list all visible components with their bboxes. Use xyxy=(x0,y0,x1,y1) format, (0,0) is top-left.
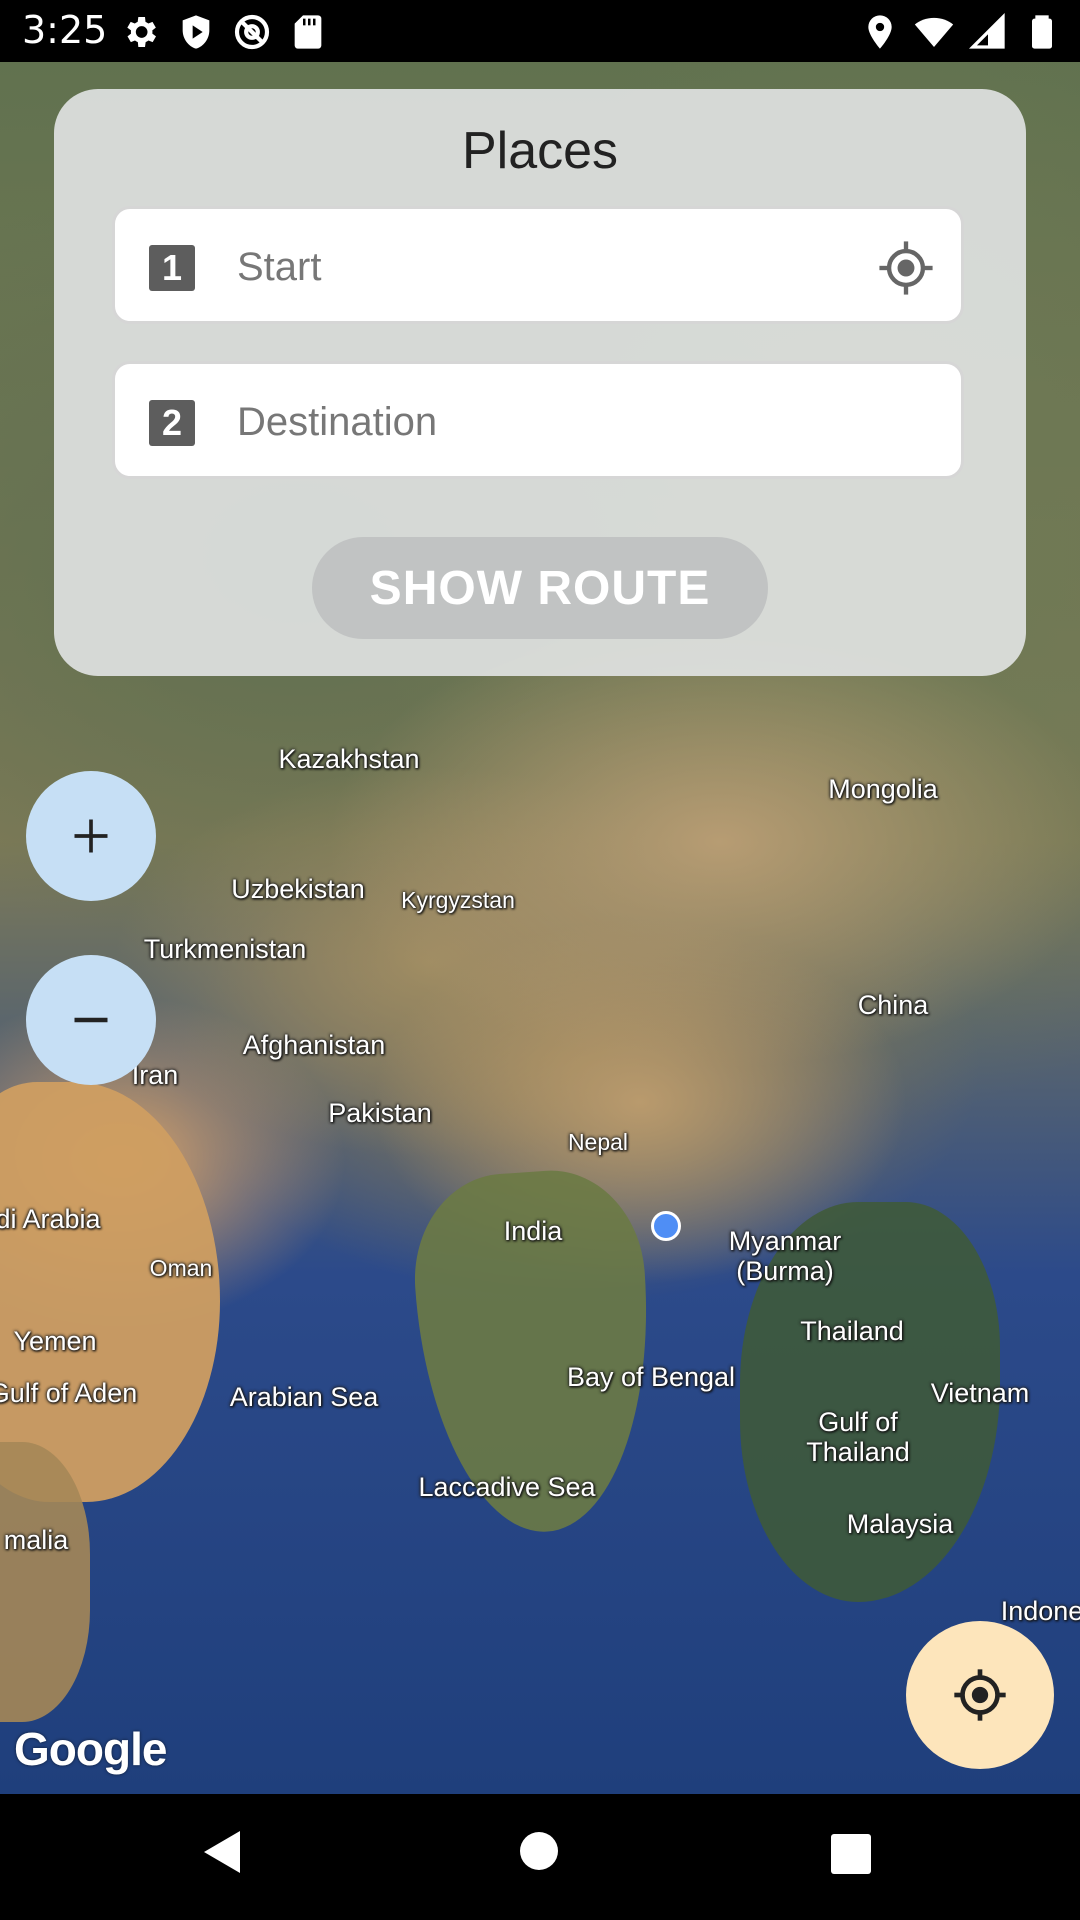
destination-field[interactable]: 2 xyxy=(112,361,964,479)
current-location-dot xyxy=(651,1211,681,1241)
back-icon[interactable] xyxy=(200,1827,244,1877)
places-card: Places 1 2 SHOW ROUTE xyxy=(54,89,1026,676)
map-label-oman: Oman xyxy=(149,1255,213,1281)
my-location-button[interactable] xyxy=(906,1621,1054,1769)
map-label-saudi-arabia: di Arabia xyxy=(0,1204,101,1234)
destination-input[interactable] xyxy=(235,388,839,456)
map-label-uzbekistan: Uzbekistan xyxy=(231,874,365,904)
show-route-button[interactable]: SHOW ROUTE xyxy=(312,537,768,639)
start-input[interactable] xyxy=(235,233,839,301)
play-protect-icon xyxy=(182,15,210,49)
map-label-thailand: Thailand xyxy=(800,1316,904,1346)
my-location-icon xyxy=(954,1669,1006,1721)
map-label-kyrgyzstan: Kyrgyzstan xyxy=(401,887,515,913)
zoom-in-button[interactable] xyxy=(26,771,156,901)
destination-badge: 2 xyxy=(149,400,195,446)
map-label-myanmar: Myanmar (Burma) xyxy=(728,1226,842,1286)
minus-icon xyxy=(74,1017,108,1023)
gps-locate-icon[interactable] xyxy=(877,239,935,297)
map-label-arabian-sea: Arabian Sea xyxy=(229,1382,379,1412)
map-label-laccadive-sea: Laccadive Sea xyxy=(418,1472,596,1502)
map-label-nepal: Nepal xyxy=(567,1129,629,1155)
map-label-china: China xyxy=(857,990,929,1020)
signal-icon xyxy=(968,12,1005,49)
map-label-bay-of-bengal: Bay of Bengal xyxy=(566,1362,736,1392)
map-label-iran: Iran xyxy=(131,1060,179,1090)
map-label-yemen: Yemen xyxy=(13,1326,97,1356)
map-label-indonesia: Indone xyxy=(1000,1596,1080,1626)
map-label-india: India xyxy=(503,1216,563,1246)
battery-icon xyxy=(1032,15,1052,49)
map-label-kazakhstan: Kazakhstan xyxy=(278,744,420,774)
wifi-icon xyxy=(914,17,954,47)
map-label-pakistan: Pakistan xyxy=(328,1098,432,1128)
map-label-malaysia: Malaysia xyxy=(846,1509,954,1539)
at-sign-icon xyxy=(234,14,270,50)
status-time: 3:25 xyxy=(22,8,108,52)
google-attribution-logo: Google xyxy=(14,1723,167,1775)
zoom-out-button[interactable] xyxy=(26,955,156,1085)
location-pin-icon xyxy=(868,15,892,49)
places-title: Places xyxy=(461,122,619,180)
plus-icon xyxy=(74,819,108,853)
start-badge: 1 xyxy=(149,245,195,291)
map-label-somalia: malia xyxy=(3,1525,69,1555)
map-label-turkmenistan: Turkmenistan xyxy=(143,934,307,964)
map-label-afghanistan: Afghanistan xyxy=(242,1030,386,1060)
status-right-icons xyxy=(860,12,1062,52)
map-terrain-arabia xyxy=(0,1082,220,1502)
map-label-gulf-of-thailand: Gulf of Thailand xyxy=(806,1407,910,1467)
status-bar: 3:25 xyxy=(0,0,1080,62)
gear-icon xyxy=(127,17,156,47)
map-label-vietnam: Vietnam xyxy=(930,1378,1030,1408)
status-left-icons xyxy=(120,12,328,52)
recents-icon[interactable] xyxy=(831,1834,871,1874)
map-label-gulf-of-aden: Gulf of Aden xyxy=(0,1378,138,1408)
start-field[interactable]: 1 xyxy=(112,206,964,324)
home-icon[interactable] xyxy=(520,1832,558,1870)
sd-card-icon xyxy=(294,15,322,49)
map-label-mongolia: Mongolia xyxy=(828,774,938,804)
system-nav-bar xyxy=(0,1794,1080,1920)
